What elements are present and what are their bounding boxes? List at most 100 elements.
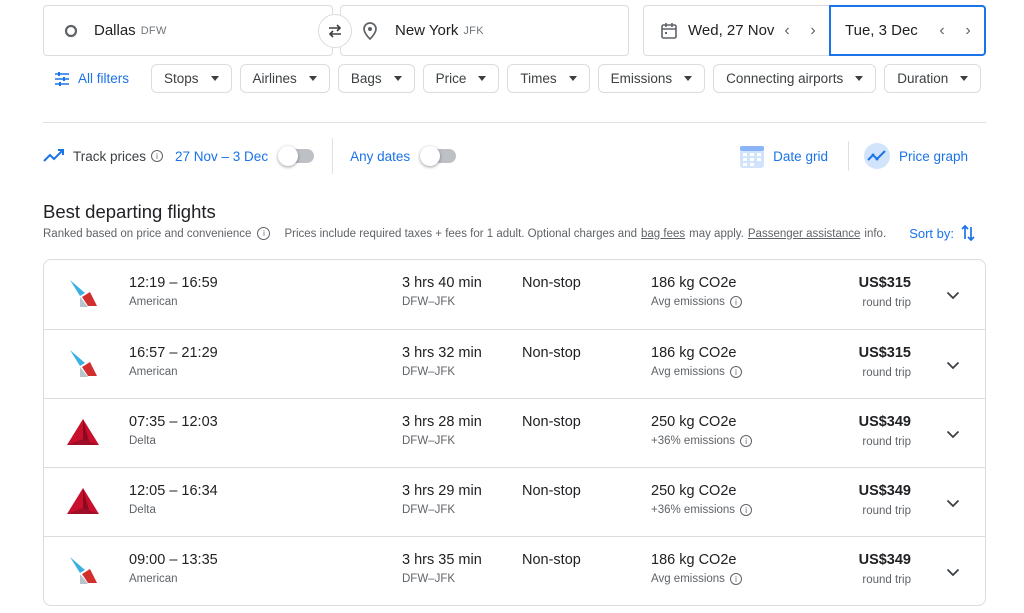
caret-down-icon xyxy=(568,76,577,81)
american-airlines-logo-icon xyxy=(70,557,97,584)
calendar-icon xyxy=(661,22,677,39)
any-dates-toggle[interactable] xyxy=(420,146,457,166)
track-date-range: 27 Nov – 3 Dec xyxy=(175,148,269,164)
flight-times: 07:35 – 12:03 xyxy=(129,414,218,430)
trip-type: round trip xyxy=(862,367,911,379)
return-date-field[interactable]: Tue, 3 Dec ‹ › xyxy=(829,5,986,56)
separator xyxy=(332,138,334,174)
flight-row[interactable]: 07:35 – 12:03 Delta 3 hrs 28 min DFW–JFK… xyxy=(44,398,985,467)
departure-date-field[interactable]: Wed, 27 Nov ‹ › xyxy=(643,5,830,56)
flight-row[interactable]: 12:05 – 16:34 Delta 3 hrs 29 min DFW–JFK… xyxy=(44,467,985,536)
flight-stops: Non-stop xyxy=(522,414,581,430)
flight-row[interactable]: 16:57 – 21:29 American 3 hrs 32 min DFW–… xyxy=(44,329,985,398)
chip-label: Price xyxy=(435,71,467,86)
flight-list: 12:19 – 16:59 American 3 hrs 40 min DFW–… xyxy=(43,259,986,606)
all-filters-button[interactable]: All filters xyxy=(54,71,129,86)
sort-by-button[interactable]: Sort by: xyxy=(909,224,976,242)
chevron-left-icon[interactable]: ‹ xyxy=(934,22,950,40)
origin-city: Dallas xyxy=(94,22,136,39)
chevron-down-icon xyxy=(946,361,960,369)
passenger-assistance-link[interactable]: Passenger assistance xyxy=(748,228,861,240)
chevron-left-icon[interactable]: ‹ xyxy=(779,22,795,40)
info-icon[interactable]: i xyxy=(740,435,753,447)
emissions-label: Avg emissions i xyxy=(651,573,742,585)
filter-chip-price[interactable]: Price xyxy=(422,64,500,93)
info-icon[interactable]: i xyxy=(729,366,742,378)
filter-chip-times[interactable]: Times xyxy=(507,64,590,93)
info-icon[interactable]: i xyxy=(151,150,164,162)
flight-route: DFW–JFK xyxy=(402,573,456,585)
chevron-right-icon[interactable]: › xyxy=(805,22,821,40)
chip-label: Connecting airports xyxy=(726,71,844,86)
sort-arrows-icon xyxy=(961,224,975,242)
info-icon[interactable]: i xyxy=(257,227,271,240)
trip-type: round trip xyxy=(862,297,911,309)
info-icon[interactable]: i xyxy=(740,504,753,516)
flight-times: 09:00 – 13:35 xyxy=(129,552,218,568)
expand-button[interactable] xyxy=(943,493,963,513)
flight-duration: 3 hrs 40 min xyxy=(402,275,482,291)
ranked-text: Ranked based on price and convenience xyxy=(43,227,252,240)
date-grid-button[interactable]: Date grid xyxy=(739,143,828,169)
airline-name: Delta xyxy=(129,504,156,516)
caret-down-icon xyxy=(855,76,864,81)
expand-button[interactable] xyxy=(943,355,963,375)
info-icon[interactable]: i xyxy=(729,573,742,585)
co2-amount: 186 kg CO2e xyxy=(651,275,737,291)
price-graph-button[interactable]: Price graph xyxy=(863,142,968,170)
filter-chip-emissions[interactable]: Emissions xyxy=(597,64,706,93)
prices-text: Prices include required taxes + fees for… xyxy=(284,227,637,240)
caret-down-icon xyxy=(478,76,487,81)
filter-chip-connecting-airports[interactable]: Connecting airports xyxy=(713,64,877,93)
sort-by-label: Sort by: xyxy=(909,225,954,241)
airline-logo xyxy=(66,484,100,518)
chevron-right-icon[interactable]: › xyxy=(960,22,976,40)
caret-down-icon xyxy=(393,76,402,81)
filter-chip-bags[interactable]: Bags xyxy=(337,64,415,93)
filter-bar: All filters Stops Airlines Bags Price Ti… xyxy=(54,64,989,93)
chip-label: Duration xyxy=(897,71,949,86)
filter-chip-stops[interactable]: Stops xyxy=(151,64,232,93)
expand-button[interactable] xyxy=(943,562,963,582)
chevron-down-icon xyxy=(946,430,960,438)
trip-type: round trip xyxy=(862,574,911,586)
co2-amount: 250 kg CO2e xyxy=(651,414,737,430)
flight-times: 12:19 – 16:59 xyxy=(129,275,218,291)
flight-stops: Non-stop xyxy=(522,275,581,291)
delta-logo-icon xyxy=(67,488,99,514)
may-apply-text: may apply. xyxy=(689,227,744,240)
info-icon[interactable]: i xyxy=(729,296,742,308)
destination-city: New York xyxy=(395,22,459,39)
track-prices-label: Track prices xyxy=(73,148,147,164)
track-dates-toggle[interactable] xyxy=(278,146,315,166)
flight-row[interactable]: 12:19 – 16:59 American 3 hrs 40 min DFW–… xyxy=(44,260,985,329)
flight-price: US$349 xyxy=(858,414,911,430)
filter-chip-duration[interactable]: Duration xyxy=(884,64,982,93)
flight-stops: Non-stop xyxy=(522,552,581,568)
airline-name: American xyxy=(129,573,178,585)
flight-route: DFW–JFK xyxy=(402,504,456,516)
any-dates-label: Any dates xyxy=(350,148,411,164)
expand-button[interactable] xyxy=(943,285,963,305)
all-filters-label: All filters xyxy=(78,71,130,86)
flight-row[interactable]: 09:00 – 13:35 American 3 hrs 35 min DFW–… xyxy=(44,536,985,605)
origin-field[interactable]: Dallas DFW xyxy=(43,5,333,56)
filter-chip-airlines[interactable]: Airlines xyxy=(239,64,330,93)
airline-logo xyxy=(66,276,100,310)
price-graph-label: Price graph xyxy=(898,148,968,164)
trip-type: round trip xyxy=(862,436,911,448)
bag-fees-link[interactable]: bag fees xyxy=(641,228,685,240)
airline-logo xyxy=(66,553,100,587)
chip-label: Times xyxy=(520,71,557,86)
flight-price: US$315 xyxy=(858,275,911,291)
chevron-down-icon xyxy=(946,499,960,507)
destination-field[interactable]: New York JFK xyxy=(340,5,629,56)
trip-type: round trip xyxy=(862,505,911,517)
flight-price: US$349 xyxy=(858,552,911,568)
co2-amount: 186 kg CO2e xyxy=(651,345,737,361)
expand-button[interactable] xyxy=(943,424,963,444)
caret-down-icon xyxy=(960,76,969,81)
location-pin-icon xyxy=(363,21,377,40)
results-subtitle: Ranked based on price and convenience i … xyxy=(43,227,886,240)
swap-button[interactable] xyxy=(318,14,352,48)
